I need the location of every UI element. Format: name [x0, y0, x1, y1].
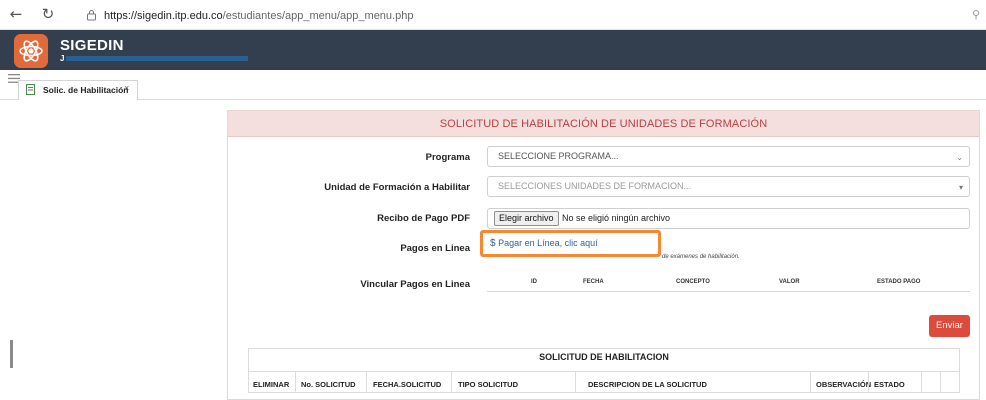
table-title: SOLICITUD DE HABILITACION [539, 352, 669, 362]
col-eliminar: ELIMINAR [253, 380, 290, 389]
back-arrow-icon[interactable]: ← [8, 6, 24, 22]
user-name: J [60, 54, 65, 63]
col-tipo-solicitud: TIPO SOLICITUD [458, 380, 518, 389]
page-action-icon[interactable]: ⚲ [972, 8, 982, 21]
vincular-divider [487, 291, 970, 292]
tab-label: Solic. de Habilitación [43, 85, 129, 95]
vincular-header-concepto: CONCEPTO [676, 279, 710, 285]
recibo-file-field [487, 208, 970, 229]
chevron-down-icon: ⌄ [956, 153, 963, 162]
vincular-header-estado-pago: ESTADO PAGO [877, 279, 921, 285]
col-divider [940, 372, 941, 393]
url-path: /estudiantes/app_menu/app_menu.php [222, 10, 414, 22]
col-no-solicitud: No. SOLICITUD [301, 380, 356, 389]
unidad-placeholder: SELECCIONES UNIDADES DE FORMACION... [498, 181, 692, 191]
col-divider [295, 372, 296, 393]
choose-file-button[interactable]: Elegir archivo [494, 211, 559, 226]
dollar-icon: $ [490, 238, 496, 249]
col-divider [868, 372, 869, 393]
col-divider [451, 372, 452, 393]
col-divider [921, 372, 922, 393]
programa-label: Programa [425, 152, 470, 163]
app-header [0, 30, 986, 70]
url-host: https://sigedin.itp.edu.co [104, 10, 223, 22]
col-estado: ESTADO [874, 380, 905, 389]
file-status: No se eligió ningún archivo [562, 213, 671, 223]
vincular-header-fecha: FECHA [583, 279, 604, 285]
programa-value: SELECCIONE PROGRAMA... [498, 151, 619, 161]
pay-online-link[interactable]: $ Pagar en Línea, clic aquí [490, 238, 598, 249]
tab-strip [0, 70, 986, 100]
programa-select[interactable]: SELECCIONE PROGRAMA... ⌄ [487, 146, 970, 167]
unidad-select[interactable]: SELECCIONES UNIDADES DE FORMACION... ▾ [487, 176, 970, 197]
recibo-label: Recibo de Pago PDF [377, 213, 470, 224]
close-icon[interactable]: × [124, 83, 129, 93]
col-fecha-solicitud: FECHA.SOLICITUD [373, 380, 442, 389]
pay-note: de exámenes de habilitación. [662, 254, 740, 260]
lock-icon [87, 10, 96, 21]
scrollbar[interactable] [10, 340, 13, 368]
address-bar[interactable]: https://sigedin.itp.edu.co/estudiantes/a… [82, 5, 982, 27]
send-button[interactable]: Enviar [929, 315, 970, 337]
user-name-redaction [66, 56, 248, 61]
vincular-header-id: ID [531, 279, 537, 285]
pagos-label: Pagos en Linea [400, 243, 470, 254]
app-title: SIGEDIN [60, 37, 124, 54]
vincular-header-valor: VALOR [779, 279, 800, 285]
col-divider [810, 372, 811, 393]
unidad-label: Unidad de Formación a Habilitar [324, 182, 470, 193]
tab-solicitud-habilitacion[interactable]: Solic. de Habilitación [18, 80, 138, 100]
form-heading: SOLICITUD DE HABILITACIÓN DE UNIDADES DE… [228, 111, 979, 137]
reload-icon[interactable]: ↻ [40, 6, 56, 22]
chevron-down-icon: ▾ [958, 183, 963, 192]
col-observacion: OBSERVACIÓN [816, 380, 872, 389]
document-icon [26, 84, 35, 95]
col-divider [366, 372, 367, 393]
pay-online-label: Pagar en Línea, clic aquí [498, 238, 598, 248]
table-divider [249, 371, 959, 372]
logo-icon [14, 34, 48, 68]
col-divider [575, 372, 576, 393]
col-descripcion: DESCRIPCION DE LA SOLICITUD [588, 380, 707, 389]
vincular-label: Vincular Pagos en Linea [360, 279, 470, 290]
